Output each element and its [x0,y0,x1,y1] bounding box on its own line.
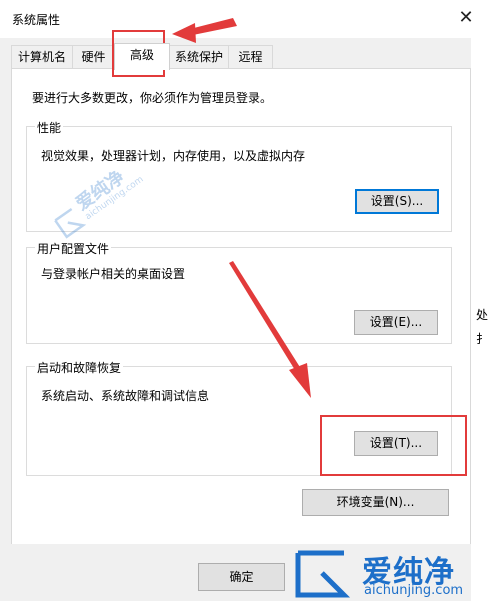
watermark-en: aichunjing.com [364,583,464,598]
annotation-arrow-to-tab [172,18,237,43]
annotation-arrow-to-button [229,261,311,398]
watermark-logo: 爱纯净 aichunjing.com [292,545,490,601]
annotation-arrows [172,18,311,398]
watermark-icon [295,550,351,598]
tab-advanced[interactable]: 高级 [114,43,170,70]
